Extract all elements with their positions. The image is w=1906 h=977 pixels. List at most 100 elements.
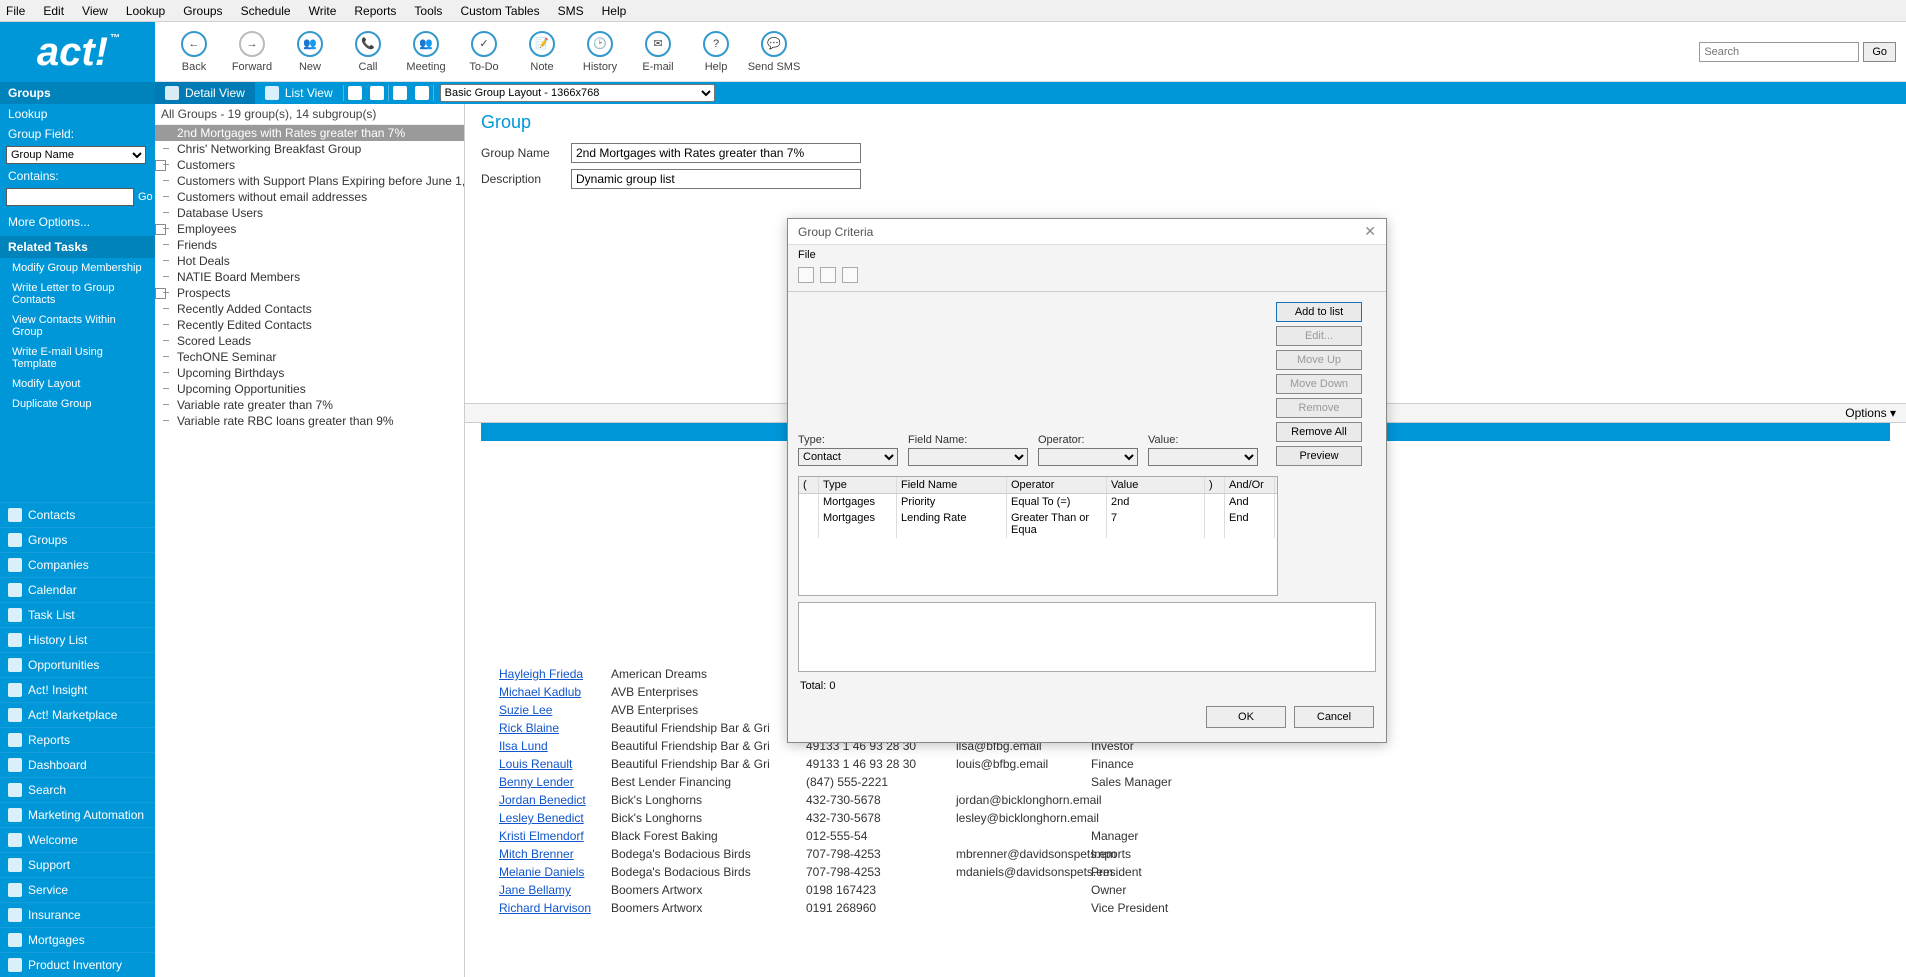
tree-item[interactable]: Variable rate RBC loans greater than 9% [155,413,464,429]
contact-link[interactable]: Michael Kadlub [499,685,581,699]
nav-marketing-automation[interactable]: Marketing Automation [0,802,155,827]
toolbar-new[interactable]: 👥New [281,31,339,73]
menu-schedule[interactable]: Schedule [241,4,291,18]
contact-link[interactable]: Richard Harvison [499,901,591,915]
sidebar-lookup[interactable]: Lookup [0,104,155,124]
save-file-icon[interactable] [842,267,858,283]
nav-product-inventory[interactable]: Product Inventory [0,952,155,977]
tab-detail-view[interactable]: Detail View [155,82,255,104]
close-icon[interactable]: ✕ [1364,223,1376,240]
tree-item[interactable]: Customers without email addresses [155,189,464,205]
preview-button[interactable]: Preview [1276,446,1362,466]
toolbar-email[interactable]: ✉E-mail [629,31,687,73]
nav-support[interactable]: Support [0,852,155,877]
contact-row[interactable]: Benny LenderBest Lender Financing(847) 5… [481,773,1890,791]
nav-welcome[interactable]: Welcome [0,827,155,852]
tree-item[interactable]: 2nd Mortgages with Rates greater than 7% [155,125,464,141]
dialog-file-menu[interactable]: File [788,245,1386,265]
menu-file[interactable]: File [6,4,25,18]
value-select[interactable] [1148,448,1258,466]
menu-help[interactable]: Help [602,4,627,18]
tree-item[interactable]: Scored Leads [155,333,464,349]
fieldname-select[interactable] [908,448,1028,466]
nav-history-list[interactable]: History List [0,627,155,652]
tree-item[interactable]: Friends [155,237,464,253]
contains-input[interactable] [6,188,134,206]
menu-edit[interactable]: Edit [43,4,64,18]
add-to-list-button[interactable]: Add to list [1276,302,1362,322]
nav-companies[interactable]: Companies [0,552,155,577]
contact-link[interactable]: Kristi Elmendorf [499,829,584,843]
nav-insurance[interactable]: Insurance [0,902,155,927]
contact-link[interactable]: Suzie Lee [499,703,552,717]
tree-item[interactable]: Database Users [155,205,464,221]
contact-row[interactable]: Lesley BenedictBick's Longhorns432-730-5… [481,809,1890,827]
criteria-row[interactable]: MortgagesPriorityEqual To (=)2ndAnd [799,494,1277,510]
tree-item[interactable]: Prospects [155,285,464,301]
tree-item[interactable]: Employees [155,221,464,237]
related-write-letter[interactable]: Write Letter to Group Contacts [0,278,155,310]
contact-link[interactable]: Ilsa Lund [499,739,548,753]
print-icon[interactable] [370,86,384,100]
toolbar-back[interactable]: ←Back [165,31,223,73]
description-input[interactable] [571,169,861,189]
toolbar-send-sms[interactable]: 💬Send SMS [745,31,803,73]
related-write-email[interactable]: Write E-mail Using Template [0,342,155,374]
tree-item[interactable]: Variable rate greater than 7% [155,397,464,413]
tree-item[interactable]: Recently Edited Contacts [155,317,464,333]
tree-item[interactable]: NATIE Board Members [155,269,464,285]
cancel-button[interactable]: Cancel [1294,706,1374,728]
menu-lookup[interactable]: Lookup [126,4,165,18]
related-modify-layout[interactable]: Modify Layout [0,374,155,394]
nav-service[interactable]: Service [0,877,155,902]
tree-item[interactable]: Upcoming Birthdays [155,365,464,381]
tab-list-view[interactable]: List View [255,82,343,104]
operator-select[interactable] [1038,448,1138,466]
menu-reports[interactable]: Reports [354,4,396,18]
nav-groups[interactable]: Groups [0,527,155,552]
tree-item[interactable]: Chris' Networking Breakfast Group [155,141,464,157]
nav-search[interactable]: Search [0,777,155,802]
contains-go-button[interactable]: Go [138,188,153,206]
nav-opportunities[interactable]: Opportunities [0,652,155,677]
toolbar-call[interactable]: 📞Call [339,31,397,73]
new-file-icon[interactable] [798,267,814,283]
toolbar-note[interactable]: 📝Note [513,31,571,73]
tree-item[interactable]: Upcoming Opportunities [155,381,464,397]
menu-view[interactable]: View [82,4,108,18]
type-select[interactable]: Contact [798,448,898,466]
contact-link[interactable]: Lesley Benedict [499,811,584,825]
magnify-icon[interactable] [415,86,429,100]
nav-insight[interactable]: Act! Insight [0,677,155,702]
tree-item[interactable]: TechONE Seminar [155,349,464,365]
more-options[interactable]: More Options... [0,212,155,232]
layout-select[interactable]: Basic Group Layout - 1366x768 [440,84,715,102]
nav-marketplace[interactable]: Act! Marketplace [0,702,155,727]
nav-calendar[interactable]: Calendar [0,577,155,602]
move-down-button[interactable]: Move Down [1276,374,1362,394]
related-view-contacts[interactable]: View Contacts Within Group [0,310,155,342]
menu-custom-tables[interactable]: Custom Tables [460,4,539,18]
group-name-input[interactable] [571,143,861,163]
nav-reports[interactable]: Reports [0,727,155,752]
contact-link[interactable]: Melanie Daniels [499,865,584,879]
related-duplicate-group[interactable]: Duplicate Group [0,394,155,414]
contact-row[interactable]: Mitch BrennerBodega's Bodacious Birds707… [481,845,1890,863]
remove-all-button[interactable]: Remove All [1276,422,1362,442]
nav-dashboard[interactable]: Dashboard [0,752,155,777]
contact-row[interactable]: Jane BellamyBoomers Artworx0198 167423Ow… [481,881,1890,899]
open-file-icon[interactable] [820,267,836,283]
menu-tools[interactable]: Tools [414,4,442,18]
toolbar-history[interactable]: 🕑History [571,31,629,73]
contact-link[interactable]: Hayleigh Frieda [499,667,583,681]
ok-button[interactable]: OK [1206,706,1286,728]
toolbar-help[interactable]: ?Help [687,31,745,73]
contact-row[interactable]: Louis RenaultBeautiful Friendship Bar & … [481,755,1890,773]
menu-groups[interactable]: Groups [183,4,222,18]
group-field-select[interactable]: Group Name [6,146,146,164]
contact-link[interactable]: Louis Renault [499,757,572,771]
contact-link[interactable]: Jordan Benedict [499,793,586,807]
options-menu[interactable]: Options ▾ [1845,406,1896,420]
edit-button[interactable]: Edit... [1276,326,1362,346]
contact-row[interactable]: Melanie DanielsBodega's Bodacious Birds7… [481,863,1890,881]
